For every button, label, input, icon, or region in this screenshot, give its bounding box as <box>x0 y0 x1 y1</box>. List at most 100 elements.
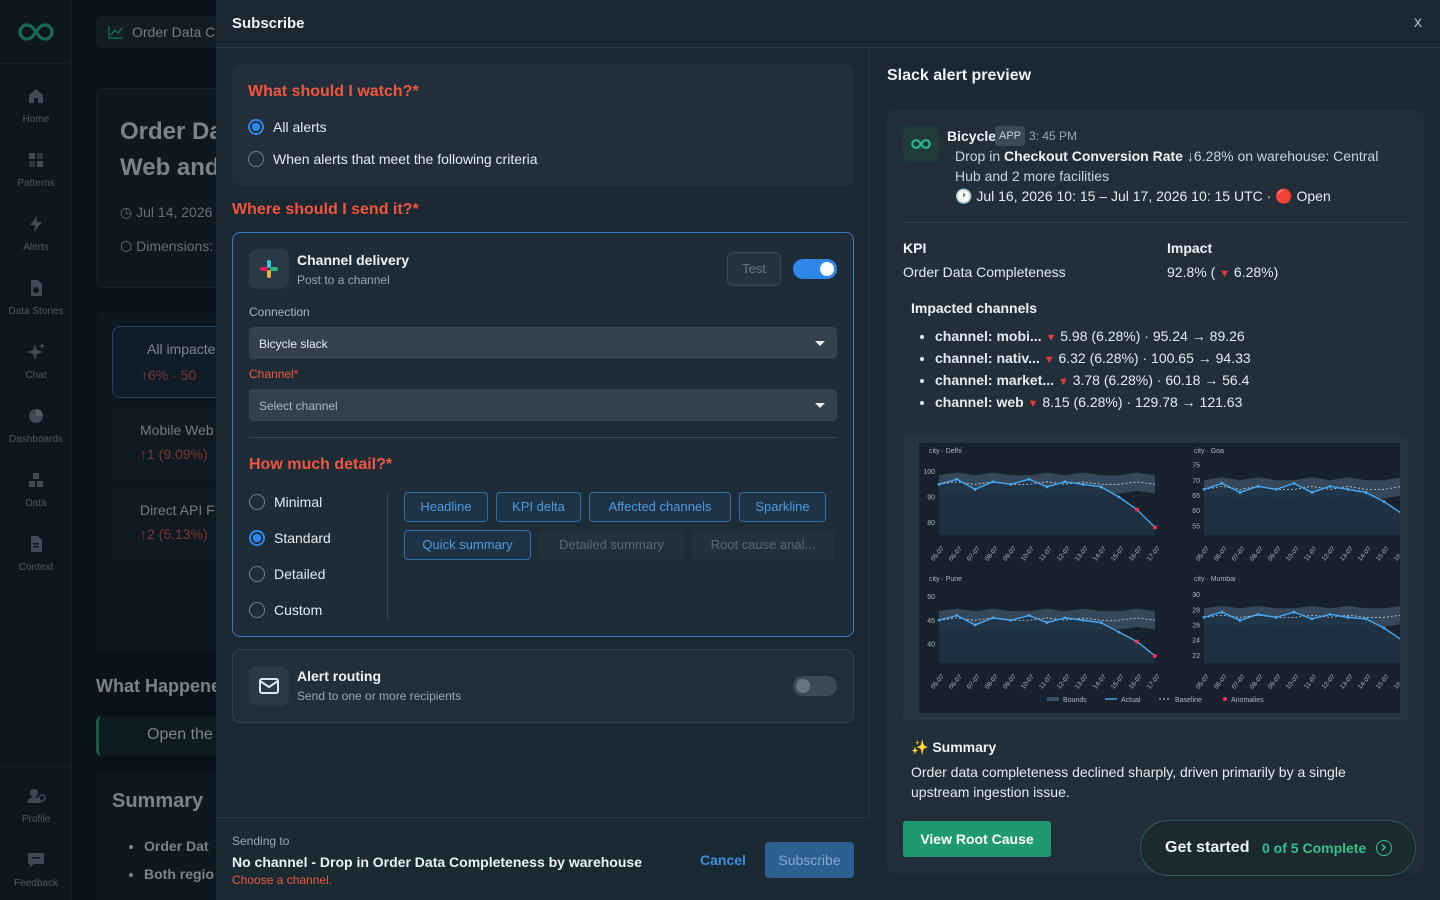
chart-x-tick: 16-07 <box>1393 545 1400 563</box>
chart-x-tick: 08-07 <box>984 673 1000 691</box>
chart-anomaly-point <box>1135 507 1139 512</box>
impacted-list: channel: mobi... ▼ 5.98 (6.28%) · 95.24 … <box>935 326 1251 414</box>
channel-delivery-subtitle: Post to a channel <box>297 273 390 287</box>
channel-select[interactable]: Select channel <box>249 389 837 421</box>
chart-x-tick: 09-07 <box>1002 673 1018 691</box>
chart-anomaly-point <box>1135 639 1139 644</box>
chip-sparkline[interactable]: Sparkline <box>739 492 826 522</box>
modal-footer: Sending to No channel - Drop in Order Da… <box>216 817 870 900</box>
chart-x-tick: 11-07 <box>1303 673 1319 690</box>
chevron-down-icon <box>815 341 825 346</box>
chart-panel-title: city · Pune <box>929 576 962 583</box>
radio-indicator <box>249 566 265 582</box>
chart-panel-title: city · Goa <box>1194 448 1224 455</box>
chart-point <box>1238 619 1242 622</box>
chart-point <box>1063 480 1067 484</box>
chart-x-tick: 05-07 <box>1195 673 1211 691</box>
subscribe-modal: Subscribe x What should I watch?* All al… <box>216 0 1440 900</box>
radio-indicator <box>248 119 264 135</box>
bot-name: Bicycle <box>947 128 997 144</box>
chart-x-tick: 16-07 <box>1393 673 1400 691</box>
chart-point <box>1310 617 1314 621</box>
chip-headline[interactable]: Headline <box>404 492 488 522</box>
chart-x-tick: 14-07 <box>1357 673 1373 691</box>
radio-detailed[interactable]: Detailed <box>249 566 325 582</box>
chart-y-tick: 26 <box>1192 623 1200 630</box>
preview-title: Slack alert preview <box>887 67 1032 84</box>
channel-delivery-toggle[interactable] <box>793 259 837 279</box>
chart-y-tick: 45 <box>927 618 935 625</box>
chart-x-tick: 08-07 <box>984 545 1000 563</box>
radio-custom[interactable]: Custom <box>249 602 322 618</box>
channel-delivery-title: Channel delivery <box>297 252 410 268</box>
subscribe-button[interactable]: Subscribe <box>765 842 854 878</box>
chart-x-tick: 17-07 <box>1146 545 1162 563</box>
chart-x-tick: 16-07 <box>1128 545 1144 563</box>
chart-x-tick: 15-07 <box>1110 673 1126 691</box>
connection-select[interactable]: Bicycle slack <box>249 327 837 359</box>
chart-x-tick: 11-07 <box>1038 673 1054 690</box>
chart-point <box>1045 621 1049 625</box>
chart-x-tick: 05-07 <box>930 545 946 563</box>
app-badge: APP <box>995 126 1026 146</box>
chart-point <box>1292 610 1296 614</box>
chip-quick-summary[interactable]: Quick summary <box>404 530 531 560</box>
chart-y-tick: 100 <box>923 469 935 476</box>
chip-root-cause[interactable]: Root cause anal... <box>692 530 834 560</box>
chart-point <box>1202 616 1206 619</box>
chip-detailed-summary[interactable]: Detailed summary <box>539 530 684 560</box>
chart-y-tick: 55 <box>1192 523 1200 530</box>
list-item: channel: nativ... ▼ 6.32 (6.28%) · 100.6… <box>935 348 1251 370</box>
chart-point <box>1099 485 1103 489</box>
chart-x-tick: 14-07 <box>1092 673 1108 691</box>
chart-x-tick: 17-07 <box>1146 673 1162 691</box>
chart-x-tick: 10-07 <box>1285 673 1301 691</box>
chart-point <box>1220 481 1224 485</box>
radio-criteria[interactable]: When alerts that meet the following crit… <box>248 151 538 167</box>
radio-all-alerts[interactable]: All alerts <box>248 119 327 135</box>
radio-minimal[interactable]: Minimal <box>249 494 322 510</box>
chart-x-tick: 07-07 <box>1231 673 1247 691</box>
get-started-progress: 0 of 5 Complete <box>1262 840 1367 856</box>
impact-value: 92.8% ( ▼ 6.28%) <box>1167 264 1279 280</box>
mail-icon <box>249 666 289 706</box>
chart-point <box>991 480 995 484</box>
radio-indicator <box>248 151 264 167</box>
sending-to-label: Sending to <box>232 834 290 848</box>
chart-point <box>1117 630 1121 634</box>
get-started-widget[interactable]: Get started 0 of 5 Complete <box>1140 820 1416 876</box>
channel-delivery-card: Channel delivery Post to a channel Test … <box>232 232 854 637</box>
chart-x-tick: 15-07 <box>1375 545 1391 563</box>
legend-label: Anomalies <box>1231 697 1264 704</box>
error-message: Choose a channel. <box>232 873 333 887</box>
chart-x-tick: 05-07 <box>930 673 946 691</box>
chart-point <box>973 623 977 627</box>
chart-point <box>1081 618 1085 622</box>
alert-routing-toggle[interactable] <box>793 676 837 696</box>
test-button[interactable]: Test <box>727 252 781 286</box>
message-time-range: 🕐 Jul 16, 2026 10: 15 – Jul 17, 2026 10:… <box>955 188 1331 204</box>
chart-y-tick: 28 <box>1192 607 1200 614</box>
close-button[interactable]: x <box>1414 14 1422 32</box>
summary-text: Order data completeness declined sharply… <box>911 764 1346 800</box>
kpi-label: KPI <box>903 240 927 256</box>
legend-anomalies-swatch <box>1223 697 1227 701</box>
kpi-value: Order Data Completeness <box>903 264 1066 280</box>
chart-y-tick: 40 <box>927 642 935 649</box>
radio-standard[interactable]: Standard <box>249 530 331 546</box>
impact-label: Impact <box>1167 240 1213 256</box>
chart-x-tick: 13-07 <box>1339 545 1355 563</box>
chart-y-tick: 90 <box>927 495 935 502</box>
summary-title: ✨ Summary <box>911 739 997 755</box>
chart-point <box>1274 616 1278 619</box>
chart-grid-svg: city · Delhi809010005-07 06-07 07-07 08-07 0… <box>923 448 1427 704</box>
cancel-button[interactable]: Cancel <box>700 852 746 868</box>
chart-point <box>1364 491 1368 494</box>
chart-x-tick: 15-07 <box>1375 673 1391 691</box>
chart-y-tick: 30 <box>1192 592 1200 599</box>
chart-x-tick: 12-07 <box>1321 545 1337 563</box>
bot-avatar <box>903 126 939 162</box>
view-root-cause-button[interactable]: View Root Cause <box>903 821 1051 857</box>
chip-kpi-delta[interactable]: KPI delta <box>496 492 581 522</box>
chip-affected-channels[interactable]: Affected channels <box>589 492 731 522</box>
